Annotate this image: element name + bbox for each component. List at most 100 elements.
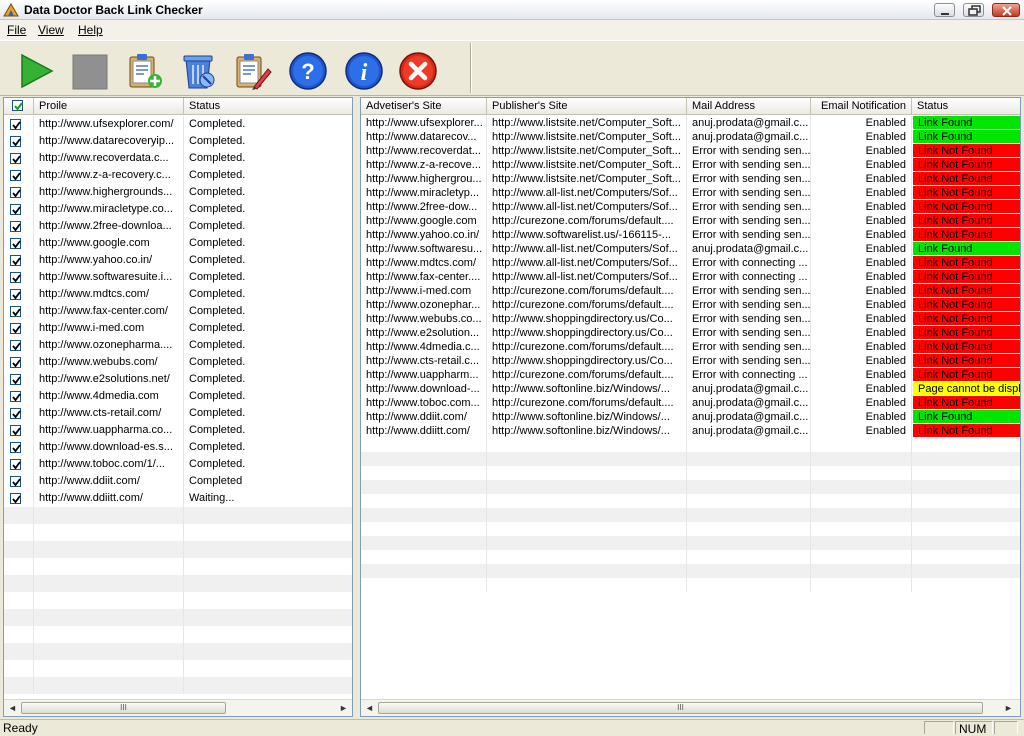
row-checkbox[interactable] (10, 153, 21, 164)
row-checkbox[interactable] (10, 255, 21, 266)
edit-button[interactable] (232, 51, 272, 91)
header-profile[interactable]: Proile (34, 98, 184, 115)
header-mail-address[interactable]: Mail Address (687, 98, 811, 115)
about-button[interactable]: i (344, 51, 384, 91)
row-checkbox[interactable] (10, 221, 21, 232)
row-checkbox[interactable] (10, 204, 21, 215)
table-row[interactable]: http://www.datarecoveryip... Completed. (4, 133, 352, 150)
header-status[interactable]: Status (184, 98, 352, 115)
row-checkbox[interactable] (10, 187, 21, 198)
table-row[interactable]: http://www.datarecov... http://www.listsi… (361, 130, 1020, 144)
exit-button[interactable] (398, 51, 438, 91)
row-checkbox[interactable] (10, 272, 21, 283)
table-row[interactable]: http://www.e2solutions.net/Completed. (4, 371, 352, 388)
close-window-button[interactable] (992, 3, 1020, 17)
row-checkbox[interactable] (10, 136, 21, 147)
table-row[interactable]: http://www.ddiitt.com/http://www.softonl… (361, 424, 1020, 438)
header-status[interactable]: Status (912, 98, 1020, 115)
stop-button[interactable] (70, 51, 110, 91)
select-all-header[interactable] (4, 98, 34, 115)
table-row[interactable]: http://www.google.com http://curezone.com… (361, 214, 1020, 228)
table-row[interactable]: http://www.4dmedia.com Completed. (4, 388, 352, 405)
table-row[interactable]: http://www.webubs.co... http://www.shoppi… (361, 312, 1020, 326)
row-checkbox[interactable] (10, 323, 21, 334)
results-grid[interactable]: Advetiser's Site Publisher's Site Mail A… (360, 97, 1021, 717)
restore-button[interactable] (963, 3, 984, 17)
table-row[interactable]: http://www.4dmedia.c... http://curezone.c… (361, 340, 1020, 354)
table-row[interactable]: http://www.toboc.com... http://curezone.c… (361, 396, 1020, 410)
table-row[interactable]: http://www.fax-center.... http://www.all-… (361, 270, 1020, 284)
row-checkbox[interactable] (10, 306, 21, 317)
table-row[interactable]: http://www.download-... http://www.softon… (361, 382, 1020, 396)
table-row[interactable]: http://www.i-med.com http://curezone.com/… (361, 284, 1020, 298)
header-publisher-site[interactable]: Publisher's Site (487, 98, 687, 115)
scroll-left-arrow[interactable]: ◄ (5, 701, 20, 715)
table-row[interactable]: http://www.z-a-recove... http://www.lists… (361, 158, 1020, 172)
header-email-notification[interactable]: Email Notification (811, 98, 912, 115)
table-row[interactable]: http://www.ufsexplorer... http://www.list… (361, 116, 1020, 130)
add-profile-button[interactable] (124, 51, 164, 91)
row-checkbox[interactable] (10, 425, 21, 436)
table-row[interactable]: http://www.miracletype.co... Completed. (4, 201, 352, 218)
table-row[interactable]: http://www.softwaresuite.i... Completed. (4, 269, 352, 286)
table-row[interactable]: http://www.ddiitt.com/Waiting... (4, 490, 352, 507)
help-button[interactable]: ? (288, 51, 328, 91)
table-row[interactable]: http://www.mdtcs.com/http://www.all-list… (361, 256, 1020, 270)
left-horizontal-scrollbar[interactable]: ◄ III ► (4, 699, 352, 716)
scroll-thumb[interactable]: III (378, 702, 983, 714)
table-row[interactable]: http://www.ozonepharma.... Completed. (4, 337, 352, 354)
scroll-right-arrow[interactable]: ► (336, 701, 351, 715)
table-row[interactable]: http://www.ddiit.com/http://www.softonli… (361, 410, 1020, 424)
menu-view[interactable]: View (38, 23, 64, 37)
table-row[interactable]: http://www.uappharma.co... Completed. (4, 422, 352, 439)
table-row[interactable]: http://www.recoverdata.c... Completed. (4, 150, 352, 167)
table-row[interactable]: http://www.softwaresu... http://www.all-l… (361, 242, 1020, 256)
table-row[interactable]: http://www.miracletyp... http://www.all-l… (361, 186, 1020, 200)
row-checkbox[interactable] (10, 374, 21, 385)
table-row[interactable]: http://www.ozonephar... http://curezone.c… (361, 298, 1020, 312)
row-checkbox[interactable] (10, 493, 21, 504)
profile-list[interactable]: Proile Status http://www.ufsexplorer.com… (3, 97, 353, 717)
right-horizontal-scrollbar[interactable]: ◄ III ► (361, 699, 1020, 716)
scroll-right-arrow[interactable]: ► (1001, 701, 1016, 715)
table-row[interactable]: http://www.z-a-recovery.c... Completed. (4, 167, 352, 184)
menu-help[interactable]: Help (78, 23, 103, 37)
table-row[interactable]: http://www.highergrou... http://www.lists… (361, 172, 1020, 186)
delete-button[interactable] (178, 51, 218, 91)
row-checkbox[interactable] (10, 357, 21, 368)
table-row[interactable]: http://www.yahoo.co.in/http://www.softwa… (361, 228, 1020, 242)
table-row[interactable]: http://www.i-med.com Completed. (4, 320, 352, 337)
table-row[interactable]: http://www.2free-dow... http://www.all-li… (361, 200, 1020, 214)
table-row[interactable]: http://www.google.com Completed. (4, 235, 352, 252)
table-row[interactable]: http://www.cts-retail.com/Completed. (4, 405, 352, 422)
table-row[interactable]: http://www.recoverdat... http://www.lists… (361, 144, 1020, 158)
scroll-thumb[interactable]: III (21, 702, 226, 714)
table-row[interactable]: http://www.mdtcs.com/Completed. (4, 286, 352, 303)
table-row[interactable]: http://www.download-es.s... Completed. (4, 439, 352, 456)
table-row[interactable]: http://www.e2solution... http://www.shopp… (361, 326, 1020, 340)
row-checkbox[interactable] (10, 340, 21, 351)
table-row[interactable]: http://www.fax-center.com/Completed. (4, 303, 352, 320)
table-row[interactable]: http://www.ddiit.com/Completed (4, 473, 352, 490)
menu-file[interactable]: File (7, 23, 26, 37)
table-row[interactable]: http://www.toboc.com/1/... Completed. (4, 456, 352, 473)
row-checkbox[interactable] (10, 391, 21, 402)
row-checkbox[interactable] (10, 459, 21, 470)
table-row[interactable]: http://www.cts-retail.c... http://www.sho… (361, 354, 1020, 368)
table-row[interactable]: http://www.ufsexplorer.com/Completed. (4, 116, 352, 133)
minimize-button[interactable] (934, 3, 955, 17)
start-button[interactable] (16, 51, 56, 91)
table-row[interactable]: http://www.highergrounds... Completed. (4, 184, 352, 201)
row-checkbox[interactable] (10, 442, 21, 453)
table-row[interactable]: http://www.yahoo.co.in/Completed. (4, 252, 352, 269)
title-bar[interactable]: Data Doctor Back Link Checker (0, 0, 1024, 20)
row-checkbox[interactable] (10, 170, 21, 181)
row-checkbox[interactable] (10, 476, 21, 487)
row-checkbox[interactable] (10, 408, 21, 419)
table-row[interactable]: http://www.webubs.com/Completed. (4, 354, 352, 371)
row-checkbox[interactable] (10, 289, 21, 300)
scroll-left-arrow[interactable]: ◄ (362, 701, 377, 715)
table-row[interactable]: http://www.uappharm... http://curezone.co… (361, 368, 1020, 382)
table-row[interactable]: http://www.2free-downloa... Completed. (4, 218, 352, 235)
select-all-checkbox[interactable] (12, 100, 23, 111)
